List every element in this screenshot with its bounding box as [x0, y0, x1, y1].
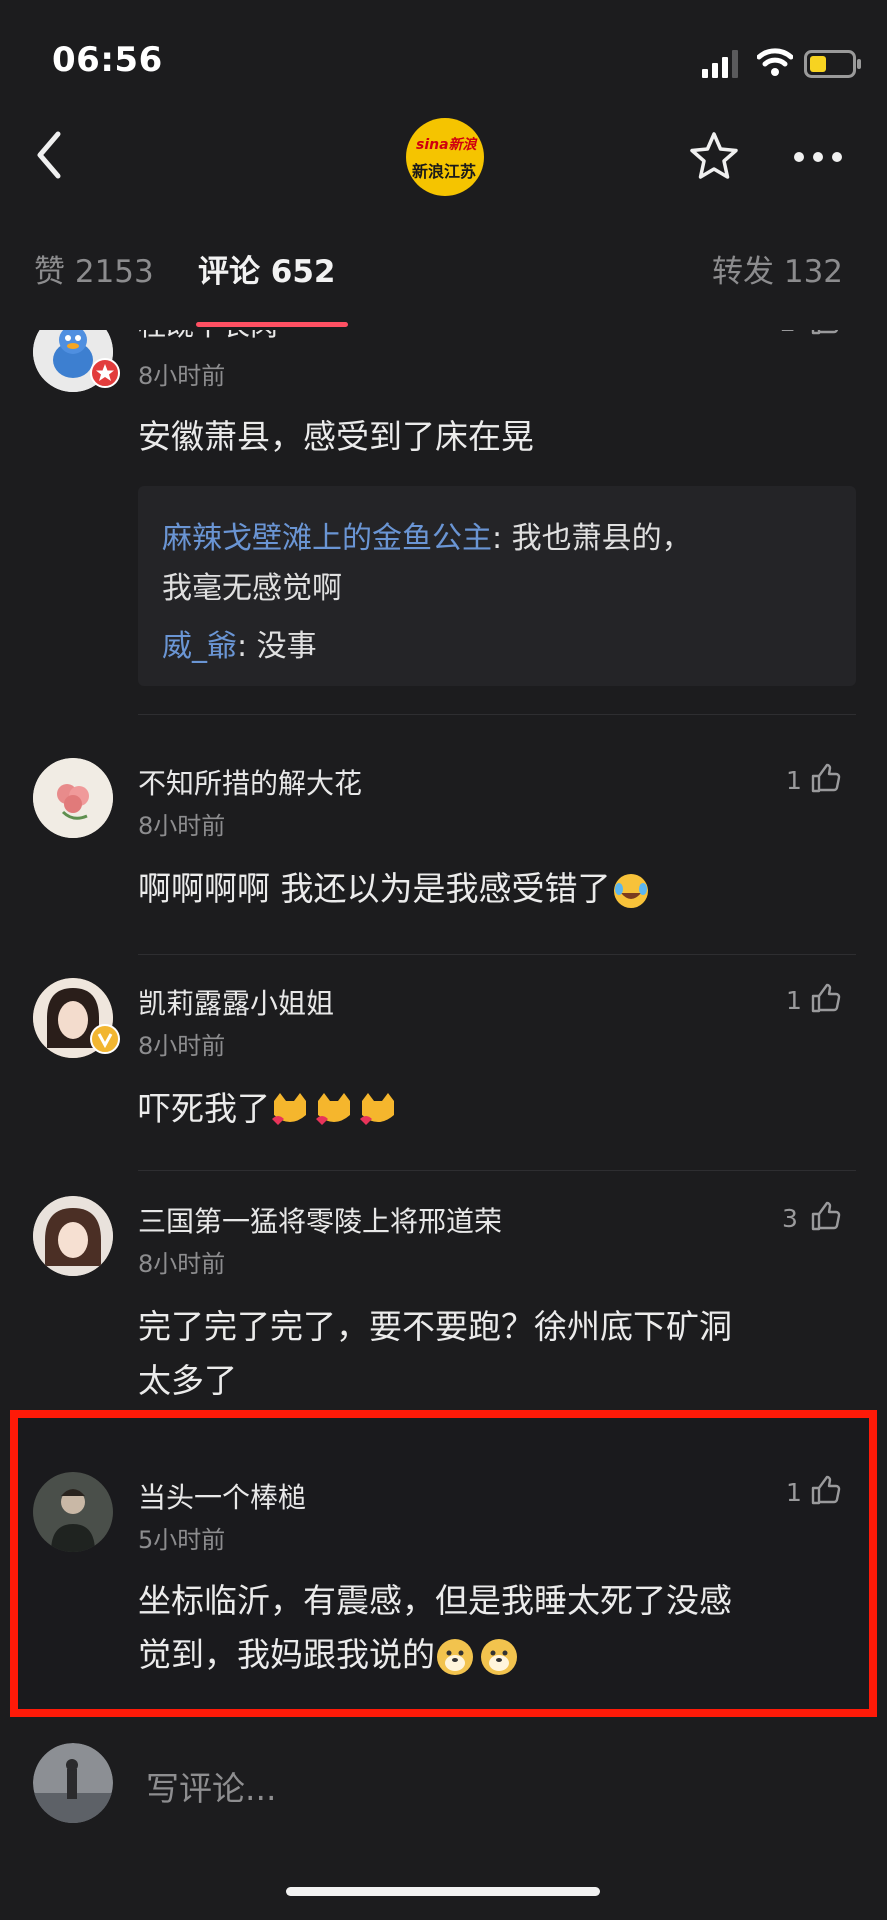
comment-time: 8小时前 — [138, 1032, 226, 1060]
reply-user[interactable]: 麻辣戈壁滩上的金鱼公主 — [162, 521, 492, 556]
verified-badge-icon — [90, 358, 120, 388]
avatar[interactable] — [33, 1196, 113, 1276]
like-icon[interactable] — [810, 330, 842, 336]
comment-time: 8小时前 — [138, 812, 226, 840]
like-count: 1 — [786, 1478, 802, 1507]
like-icon[interactable] — [810, 762, 842, 794]
comment-list[interactable]: 杜既不长肉 8小时前 2 安徽萧县，感受到了床在晃 麻辣戈壁滩上的金鱼公主: 我… — [0, 330, 887, 1410]
tab-likes[interactable]: 赞 2153 — [34, 246, 154, 291]
logo-top-text: sina新浪 — [416, 137, 477, 153]
like-icon[interactable] — [810, 982, 842, 1014]
reply-sep: : — [492, 521, 503, 556]
comment-time: 8小时前 — [138, 362, 226, 390]
like-count: 3 — [782, 1204, 798, 1233]
tab-comments[interactable]: 评论 652 — [198, 246, 336, 291]
comment-text-line[interactable]: 坐标临沂，有震感，但是我睡太死了没感 — [138, 1574, 858, 1628]
divider — [138, 954, 856, 955]
comment-text-line[interactable]: 觉到，我妈跟我说的 — [138, 1628, 858, 1682]
more-icon[interactable] — [792, 150, 844, 164]
comment-author[interactable]: 凯莉露露小姐姐 — [138, 982, 334, 1022]
comment-time: 5小时前 — [138, 1526, 226, 1554]
comment-author[interactable]: 杜既不长肉 — [138, 330, 278, 344]
like-count: 1 — [786, 766, 802, 795]
signal-icon — [702, 50, 738, 78]
user-avatar[interactable] — [33, 1743, 113, 1823]
reply-user[interactable]: 威_爺 — [162, 629, 237, 664]
avatar[interactable] — [33, 1472, 113, 1552]
status-time: 06:56 — [52, 40, 163, 80]
laugh-cry-emoji-icon — [613, 873, 648, 908]
comment-text-line[interactable]: 太多了 — [138, 1354, 858, 1408]
logo-bottom-text: 新浪江苏 — [412, 162, 477, 181]
comment-time: 8小时前 — [138, 1250, 226, 1278]
comment-author[interactable]: 三国第一猛将零陵上将邢道荣 — [138, 1200, 502, 1240]
comment-text-content: 啊啊啊啊 我还以为是我感受错了 — [138, 869, 611, 908]
comment-text-content: 觉到，我妈跟我说的 — [138, 1635, 435, 1674]
wifi-icon — [757, 48, 793, 76]
comment-input[interactable]: 写评论... — [146, 1762, 276, 1810]
like-count: 1 — [786, 986, 802, 1015]
comment-text[interactable]: 吓死我了 — [138, 1082, 858, 1136]
reply-text: 没事 — [247, 629, 317, 664]
like-icon[interactable] — [810, 1474, 842, 1506]
comment-text-line[interactable]: 完了完了完了，要不要跑？徐州底下矿洞 — [138, 1300, 858, 1354]
account-logo[interactable]: sina新浪 新浪江苏 — [406, 118, 484, 196]
comment-author[interactable]: 当头一个棒槌 — [138, 1476, 306, 1516]
back-arrow-icon[interactable] — [32, 128, 68, 182]
divider — [138, 714, 856, 715]
comment-author[interactable]: 不知所措的解大花 — [138, 762, 362, 802]
doge-emoji-icon — [437, 1638, 517, 1675]
avatar[interactable] — [33, 758, 113, 838]
home-indicator[interactable] — [286, 1887, 600, 1896]
reply-sep: : — [237, 629, 248, 664]
divider — [138, 1170, 856, 1171]
tab-reposts[interactable]: 转发 132 — [712, 246, 843, 291]
reply-item[interactable]: 麻辣戈壁滩上的金鱼公主: 我也萧县的， — [162, 514, 692, 564]
comment-text[interactable]: 安徽萧县，感受到了床在晃 — [138, 410, 858, 464]
verified-badge-icon — [90, 1024, 120, 1054]
battery-icon — [804, 50, 861, 78]
reply-item[interactable]: 威_爺: 没事 — [162, 622, 317, 672]
reply-text: 我也萧县的， — [502, 521, 692, 556]
cat-emoji-icon — [272, 1092, 394, 1125]
active-tab-indicator — [196, 322, 348, 327]
star-icon[interactable] — [688, 131, 740, 181]
reply-text-continued: 我毫无感觉啊 — [162, 571, 342, 606]
like-icon[interactable] — [810, 1200, 842, 1232]
comment-text-content: 吓死我了 — [138, 1089, 270, 1128]
like-count: 2 — [780, 330, 796, 337]
comment-text[interactable]: 啊啊啊啊 我还以为是我感受错了 — [138, 862, 858, 916]
